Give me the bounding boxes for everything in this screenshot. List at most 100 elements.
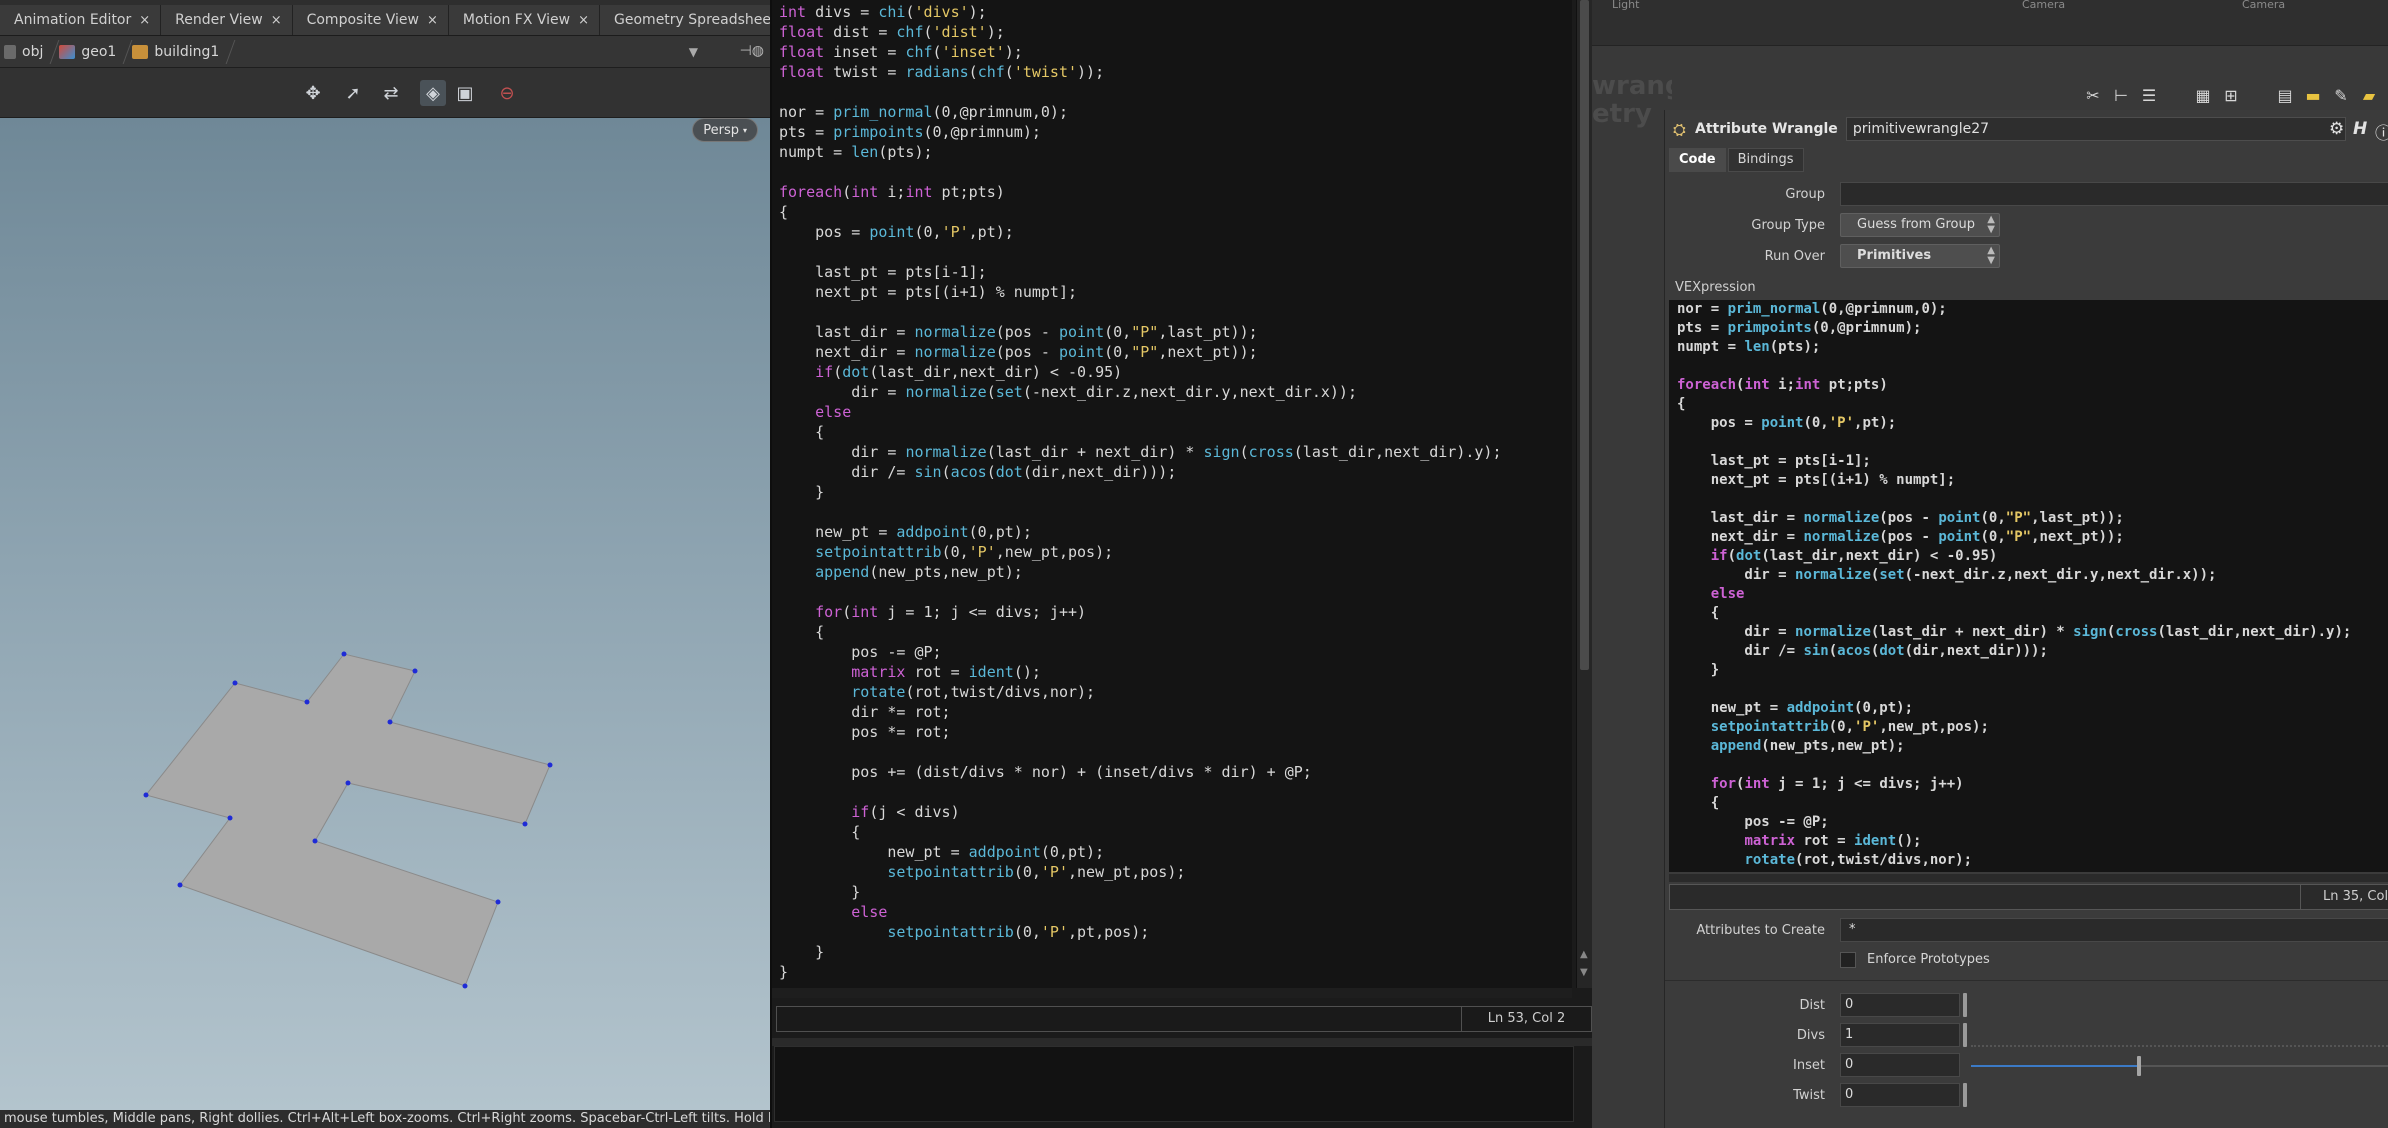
breadcrumb-obj[interactable]: obj	[0, 36, 55, 67]
edit-icon[interactable]: ✎	[2330, 84, 2352, 106]
enforce-prototypes-checkbox[interactable]	[1840, 952, 1856, 968]
editor-console[interactable]	[774, 1046, 1574, 1122]
close-icon[interactable]: ×	[271, 13, 282, 28]
viewport-status-hint: mouse tumbles, Middle pans, Right dollie…	[0, 1110, 770, 1128]
vexpression-editor[interactable]: nor = prim_normal(0,@primnum,0); pts = p…	[1669, 300, 2388, 872]
attributes-to-create-label: Attributes to Create	[1696, 923, 1825, 938]
updown-arrow-icon: ▲ ▼	[1987, 245, 1995, 266]
editor-splitter[interactable]	[772, 1038, 1594, 1046]
vex-cursor-position: Ln 35, Col	[2300, 885, 2388, 909]
enforce-prototypes-row: Enforce Prototypes	[1665, 948, 2388, 974]
help-icon[interactable]: H	[2353, 119, 2373, 139]
tab-composite-view[interactable]: Composite View ×	[292, 5, 449, 35]
pin-icon[interactable]: ⊣◍	[740, 43, 764, 59]
grid-icon[interactable]: ▦	[2192, 84, 2214, 106]
shelf-label: Camera	[2022, 0, 2066, 11]
divs-label: Divs	[1796, 1028, 1825, 1043]
pane-tab-bar: Animation Editor × Render View × Composi…	[0, 0, 825, 36]
breadcrumb-label: geo1	[81, 43, 117, 60]
editor-scrollbar[interactable]: ▲ ▼	[1576, 0, 1592, 988]
divs-field[interactable]: 1	[1840, 1023, 1960, 1047]
record-icon[interactable]: ⊖	[494, 80, 520, 106]
node-type: Attribute Wrangle	[1695, 121, 1838, 137]
node-header: ⛭ Attribute Wrangle primitivewrangle27 ⚙…	[1665, 114, 2388, 144]
layout-icon[interactable]: ▤	[2274, 84, 2296, 106]
scrollbar-thumb[interactable]	[1580, 0, 1589, 670]
path-bar: obj geo1 building1 ▼ ⊣◍	[0, 36, 770, 68]
tab-label: Render View	[175, 12, 263, 28]
tab-motion-fx-view[interactable]: Motion FX View ×	[448, 5, 601, 35]
group-field[interactable]	[1840, 182, 2388, 206]
info-icon[interactable]: ⓘ	[2375, 119, 2388, 144]
close-icon[interactable]: ×	[427, 13, 438, 28]
code-text-area[interactable]: int divs = chi('divs'); float dist = chf…	[772, 0, 1572, 988]
close-icon[interactable]: ×	[578, 13, 589, 28]
tab-label: Composite View	[306, 12, 419, 28]
twist-row: Twist 0	[1665, 1083, 2388, 1109]
group-type-label: Group Type	[1751, 218, 1825, 233]
wrangle-node-icon: ⛭	[1673, 120, 1686, 139]
dist-slider-handle[interactable]	[1963, 993, 1967, 1017]
tools-icon[interactable]: ✂	[2082, 84, 2104, 106]
tab-animation-editor[interactable]: Animation Editor ×	[0, 5, 162, 35]
houdini-window: Animation Editor × Render View × Composi…	[0, 0, 2388, 1128]
breadcrumb-label: obj	[22, 43, 44, 60]
building-footprint	[145, 653, 551, 987]
parameter-panel: ⛭ Attribute Wrangle primitivewrangle27 ⚙…	[1664, 110, 2388, 1128]
geometry-view	[143, 651, 553, 989]
inset-slider-knob[interactable]	[2137, 1056, 2141, 1076]
scroll-down-icon[interactable]: ▼	[1580, 968, 1590, 978]
run-over-menu[interactable]: Primitives ▲ ▼	[1840, 244, 2000, 268]
parameter-pane: Light Camera Camera wrangle etry ✂ ⊢ ☰ ▦…	[1592, 0, 2388, 1128]
divs-slider-track[interactable]	[1971, 1045, 2388, 1047]
tab-code[interactable]: Code	[1669, 148, 1726, 172]
bookmark-icon[interactable]: ▰	[2358, 84, 2380, 106]
list-icon[interactable]: ☰	[2138, 84, 2160, 106]
chevron-down-icon: ▾	[742, 125, 747, 135]
breadcrumb-geo1[interactable]: geo1	[55, 36, 128, 67]
group-type-value: Guess from Group	[1857, 217, 1975, 232]
select-icon[interactable]: ➚	[340, 80, 366, 106]
node-name-field[interactable]: primitivewrangle27	[1845, 117, 2346, 141]
divs-slider-handle[interactable]	[1963, 1023, 1967, 1047]
twist-label: Twist	[1793, 1088, 1825, 1103]
camera-menu-label: Persp	[703, 122, 739, 138]
group-type-menu[interactable]: Guess from Group ▲ ▼	[1840, 213, 2000, 237]
dist-field[interactable]: 0	[1840, 993, 1960, 1017]
breadcrumb-building1[interactable]: building1	[128, 36, 231, 67]
transform-icon[interactable]: ⇄	[378, 80, 404, 106]
twist-slider-handle[interactable]	[1963, 1083, 1967, 1107]
shelf-strip: Light Camera Camera	[1592, 0, 2388, 46]
inset-row: Inset 0	[1665, 1053, 2388, 1079]
view-tool-icon[interactable]: ◈	[420, 80, 446, 106]
tab-label: Motion FX View	[462, 12, 571, 28]
tree-icon[interactable]: ⊞	[2220, 84, 2242, 106]
editor-resize-grip[interactable]	[772, 988, 1572, 998]
inset-slider-fill	[1971, 1065, 2139, 1067]
gear-icon[interactable]: ⚙	[2329, 119, 2349, 139]
handle-icon[interactable]: ✥	[300, 80, 326, 106]
group-label: Group	[1785, 187, 1825, 202]
camera-menu[interactable]: Persp ▾	[692, 118, 758, 142]
dist-row: Dist 0	[1665, 993, 2388, 1019]
geometry-icon	[59, 44, 76, 59]
enforce-prototypes-label: Enforce Prototypes	[1867, 952, 1990, 967]
attributes-to-create-field[interactable]: *	[1840, 918, 2388, 942]
tab-bindings[interactable]: Bindings	[1727, 148, 1804, 172]
vex-content: nor = prim_normal(0,@primnum,0); pts = p…	[1677, 301, 2352, 868]
separator	[1665, 980, 2388, 981]
inset-slider[interactable]	[1971, 1056, 2388, 1076]
vex-resize-grip[interactable]	[1669, 874, 2388, 882]
path-dropdown-icon[interactable]: ▼	[689, 45, 698, 59]
parameter-tabs: Code Bindings	[1669, 148, 1804, 172]
close-icon[interactable]: ×	[139, 13, 150, 28]
inset-field[interactable]: 0	[1840, 1053, 1960, 1077]
group-type-row: Group Type Guess from Group ▲ ▼	[1665, 213, 2388, 239]
camera-icon[interactable]: ▣	[452, 80, 478, 106]
note-icon[interactable]: ▬	[2302, 84, 2324, 106]
ruler-icon[interactable]: ⊢	[2110, 84, 2132, 106]
tab-render-view[interactable]: Render View ×	[161, 5, 293, 35]
scroll-up-icon[interactable]: ▲	[1580, 950, 1590, 960]
twist-field[interactable]: 0	[1840, 1083, 1960, 1107]
3d-viewport[interactable]: Persp ▾	[0, 118, 770, 1110]
